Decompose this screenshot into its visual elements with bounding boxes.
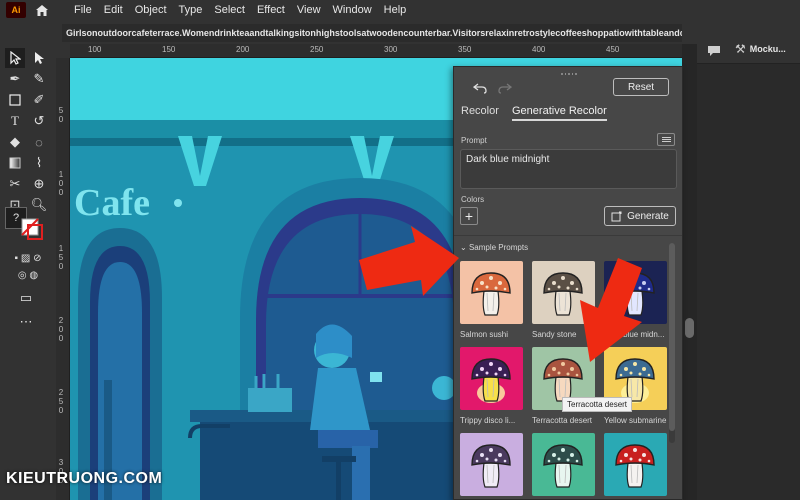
illustrator-logo[interactable]: Ai bbox=[6, 2, 26, 18]
comments-icon[interactable] bbox=[707, 44, 721, 62]
panel-scrollbar[interactable] bbox=[669, 243, 675, 443]
ruler-label: 250 bbox=[310, 45, 324, 54]
menu-file[interactable]: File bbox=[68, 0, 98, 20]
color-mode-icons[interactable]: ▪ ▨ ⊘ bbox=[5, 251, 51, 265]
scrollbar-thumb[interactable] bbox=[685, 318, 694, 338]
ruler-label: 1 0 0 bbox=[58, 170, 64, 197]
mockup-label: Mocku... bbox=[749, 44, 786, 54]
right-panel-dock: ⚒ Mocku... bbox=[697, 36, 800, 500]
selection-tool-icon[interactable] bbox=[5, 48, 25, 68]
blend-tool-icon[interactable]: ✂ bbox=[5, 174, 25, 194]
canvas-scrollbar[interactable] bbox=[682, 44, 697, 500]
generate-icon bbox=[611, 211, 622, 221]
tab-recolor[interactable]: Recolor bbox=[461, 105, 499, 117]
undo-icon[interactable] bbox=[471, 79, 489, 97]
sample-prompt-label: Yellow submarine bbox=[604, 416, 667, 425]
gradient-tool-icon[interactable] bbox=[5, 153, 25, 173]
tools-panel: ✒ ✎ ✐ T ↺ ◆ ◌ ⌇ ✂ ⊕ ⊡ 🔍︎ ? ▪ ▨ ⊘ ◎ ◍ ▭ ⋯ bbox=[0, 42, 56, 500]
draw-mode-icons[interactable]: ◎ ◍ bbox=[5, 268, 51, 282]
tab-generative-recolor[interactable]: Generative Recolor bbox=[512, 105, 607, 121]
mushroom-icon bbox=[471, 272, 511, 316]
ruler-label: 300 bbox=[384, 45, 398, 54]
ruler-label: 400 bbox=[532, 45, 546, 54]
pencil-tool-icon[interactable]: ✐ bbox=[29, 90, 49, 110]
menu-help[interactable]: Help bbox=[378, 0, 413, 20]
menu-list: File Edit Object Type Select Effect View… bbox=[68, 0, 412, 20]
red-arrow-right-icon bbox=[359, 226, 459, 296]
rotate-tool-icon[interactable]: ↺ bbox=[29, 111, 49, 131]
prompt-label: Prompt bbox=[461, 136, 487, 145]
mockup-icon: ⚒ bbox=[735, 42, 746, 56]
document-tab[interactable]: Girlsonoutdoorcafeterrace.Womendrinkteaa… bbox=[62, 24, 682, 42]
horizontal-ruler: 100 150 200 250 300 350 400 450 bbox=[70, 44, 682, 58]
ruler-label: 5 0 bbox=[58, 106, 64, 124]
menu-object[interactable]: Object bbox=[129, 0, 173, 20]
more-tools-icon[interactable]: ⋯ bbox=[16, 312, 36, 332]
lasso-tool-icon[interactable]: ◌ bbox=[29, 132, 49, 152]
sample-prompt-label: Trippy disco li... bbox=[460, 416, 516, 425]
eyedropper-tool-icon[interactable]: ⌇ bbox=[29, 153, 49, 173]
generate-label: Generate bbox=[627, 210, 669, 222]
redo-icon[interactable] bbox=[496, 79, 514, 97]
sample-prompts-header[interactable]: ⌄ Sample Prompts bbox=[460, 243, 528, 252]
menu-edit[interactable]: Edit bbox=[98, 0, 129, 20]
menu-view[interactable]: View bbox=[291, 0, 327, 20]
ruler-label: 100 bbox=[88, 45, 102, 54]
ruler-label: 2 5 0 bbox=[58, 388, 64, 415]
sample-prompt-tile[interactable] bbox=[460, 433, 523, 496]
mockup-tab[interactable]: ⚒ Mocku... bbox=[735, 42, 786, 56]
panel-divider bbox=[454, 235, 682, 236]
ruler-label: 200 bbox=[236, 45, 250, 54]
sample-prompt-tile[interactable] bbox=[532, 433, 595, 496]
panel-grip[interactable] bbox=[561, 73, 577, 77]
direct-selection-icon[interactable] bbox=[29, 48, 49, 68]
sample-prompt-label: Terracotta desert bbox=[532, 416, 593, 425]
plus-icon: + bbox=[464, 208, 474, 224]
pen-tool-icon[interactable]: ✒ bbox=[5, 69, 25, 89]
fill-stroke-icon[interactable] bbox=[20, 217, 44, 241]
prompt-input[interactable]: Dark blue midnight bbox=[460, 149, 677, 189]
menu-effect[interactable]: Effect bbox=[251, 0, 291, 20]
menu-type[interactable]: Type bbox=[173, 0, 209, 20]
cafe-sign-text: Cafe bbox=[74, 182, 150, 224]
shape-builder-icon[interactable]: ⊕ bbox=[29, 174, 49, 194]
mushroom-icon bbox=[543, 444, 583, 488]
ruler-label: 2 0 0 bbox=[58, 316, 64, 343]
sample-tooltip: Terracotta desert bbox=[562, 397, 633, 412]
sample-prompt-tile[interactable] bbox=[460, 347, 523, 410]
mushroom-icon bbox=[615, 444, 655, 488]
sample-prompt-tile[interactable] bbox=[460, 261, 523, 324]
eraser-tool-icon[interactable]: ◆ bbox=[5, 132, 25, 152]
reset-button[interactable]: Reset bbox=[613, 78, 669, 96]
sample-prompt-tile[interactable] bbox=[604, 433, 667, 496]
mushroom-icon bbox=[471, 358, 511, 403]
sample-prompt-label: Salmon sushi bbox=[460, 330, 509, 339]
menu-select[interactable]: Select bbox=[208, 0, 251, 20]
screen-mode-icon[interactable]: ▭ bbox=[16, 288, 36, 308]
ruler-label: 150 bbox=[162, 45, 176, 54]
menu-window[interactable]: Window bbox=[327, 0, 378, 20]
type-tool-icon[interactable]: T bbox=[5, 111, 25, 131]
mushroom-icon bbox=[471, 444, 511, 488]
watermark-text: KIEUTRUONG.COM bbox=[6, 470, 163, 487]
generate-button[interactable]: Generate bbox=[604, 206, 676, 226]
vertical-ruler: 5 0 1 0 0 1 5 0 2 0 0 2 5 0 3 0 0 bbox=[56, 58, 70, 500]
prompt-menu-icon[interactable] bbox=[657, 133, 675, 146]
sample-prompts-label: Sample Prompts bbox=[468, 243, 529, 252]
ruler-label: 1 5 0 bbox=[58, 244, 64, 271]
ruler-label: 350 bbox=[458, 45, 472, 54]
ruler-label: 450 bbox=[606, 45, 620, 54]
red-arrow-down-icon bbox=[580, 258, 642, 362]
menu-bar: Ai File Edit Object Type Select Effect V… bbox=[0, 0, 800, 20]
home-icon[interactable] bbox=[32, 1, 52, 19]
colors-label: Colors bbox=[461, 195, 485, 204]
curvature-tool-icon[interactable]: ✎ bbox=[29, 69, 49, 89]
rectangle-tool-icon[interactable] bbox=[5, 90, 25, 110]
